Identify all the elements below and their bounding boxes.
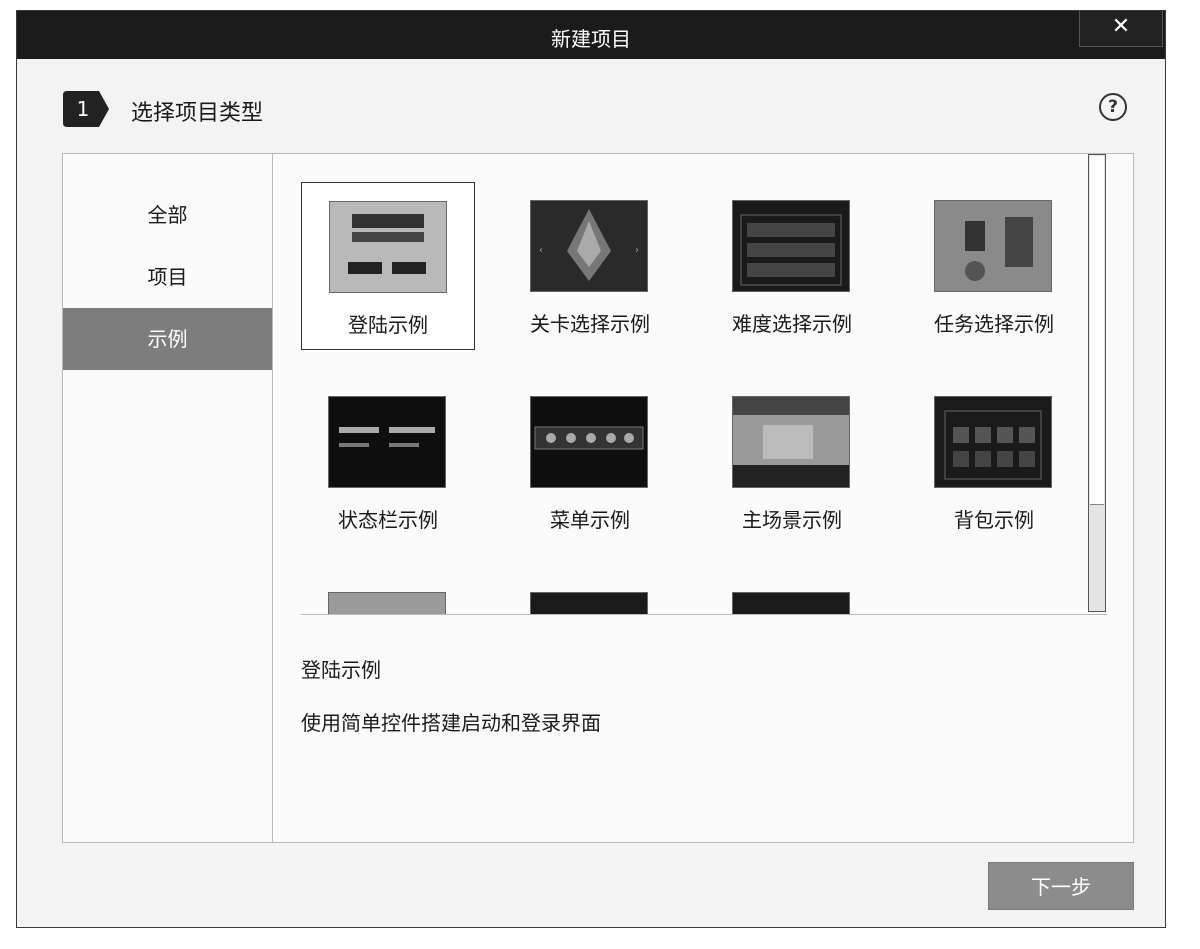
template-card-partial[interactable]	[503, 574, 677, 614]
template-card-difficulty-select[interactable]: 难度选择示例	[705, 182, 879, 350]
partial-thumbnail	[732, 592, 850, 614]
close-icon: ✕	[1111, 14, 1131, 39]
next-step-button[interactable]: 下一步	[988, 862, 1134, 910]
template-card-level-select[interactable]: ‹ › 关卡选择示例	[503, 182, 677, 350]
template-card-login[interactable]: 登陆示例	[301, 182, 475, 350]
template-grid: 登陆示例 ‹ › 关卡选择示例 难度选择示例 任务选择示例 状态栏示例 菜单示例…	[301, 154, 1107, 615]
step-title: 选择项目类型	[131, 101, 264, 126]
description-text: 使用简单控件搭建启动和登录界面	[301, 711, 601, 735]
description-title: 登陆示例	[301, 658, 381, 682]
template-label: 难度选择示例	[732, 312, 852, 336]
template-card-backpack[interactable]: 背包示例	[907, 378, 1081, 546]
title-bar: 新建项目 ✕	[17, 11, 1165, 59]
svg-text:›: ›	[635, 245, 639, 256]
new-project-dialog: 新建项目 ✕ 1 选择项目类型 ? 全部 项目 示例 登陆示例 ‹ › 关卡选择…	[16, 10, 1166, 928]
sidebar-item-all[interactable]: 全部	[63, 184, 272, 246]
category-sidebar: 全部 项目 示例	[63, 154, 273, 842]
template-card-partial[interactable]	[301, 574, 475, 614]
template-label: 主场景示例	[742, 508, 842, 532]
template-scrollbar[interactable]	[1088, 154, 1106, 612]
template-label: 菜单示例	[550, 508, 630, 532]
backpack-thumbnail	[934, 396, 1052, 488]
template-label: 关卡选择示例	[530, 312, 650, 336]
partial-thumbnail	[328, 592, 446, 614]
step-number: 1	[76, 97, 90, 121]
quest-select-thumbnail	[934, 200, 1052, 292]
level-select-thumbnail: ‹ ›	[530, 200, 648, 292]
partial-thumbnail	[530, 592, 648, 614]
template-label: 任务选择示例	[934, 312, 1054, 336]
status-bar-thumbnail	[328, 396, 446, 488]
template-card-status-bar[interactable]: 状态栏示例	[301, 378, 475, 546]
template-card-menu[interactable]: 菜单示例	[503, 378, 677, 546]
step-badge: 1	[63, 91, 111, 127]
login-thumbnail	[329, 201, 447, 293]
template-label: 状态栏示例	[338, 508, 438, 532]
sidebar-item-examples[interactable]: 示例	[63, 308, 272, 370]
svg-text:‹: ‹	[539, 245, 543, 256]
close-button[interactable]: ✕	[1079, 11, 1163, 47]
dialog-title: 新建项目	[551, 27, 631, 51]
template-label: 背包示例	[954, 508, 1034, 532]
menu-thumbnail	[530, 396, 648, 488]
step-header: 1 选择项目类型 ?	[63, 91, 1127, 127]
main-scene-thumbnail	[732, 396, 850, 488]
template-card-partial[interactable]	[705, 574, 879, 614]
template-card-main-scene[interactable]: 主场景示例	[705, 378, 879, 546]
template-label: 登陆示例	[348, 313, 428, 337]
difficulty-select-thumbnail	[732, 200, 850, 292]
scrollbar-thumb[interactable]	[1090, 156, 1104, 505]
help-icon[interactable]: ?	[1099, 93, 1127, 121]
sidebar-item-projects[interactable]: 项目	[63, 246, 272, 308]
content-panel: 全部 项目 示例 登陆示例 ‹ › 关卡选择示例 难度选择示例 任务选择示例 状…	[62, 153, 1134, 843]
template-card-quest-select[interactable]: 任务选择示例	[907, 182, 1081, 350]
